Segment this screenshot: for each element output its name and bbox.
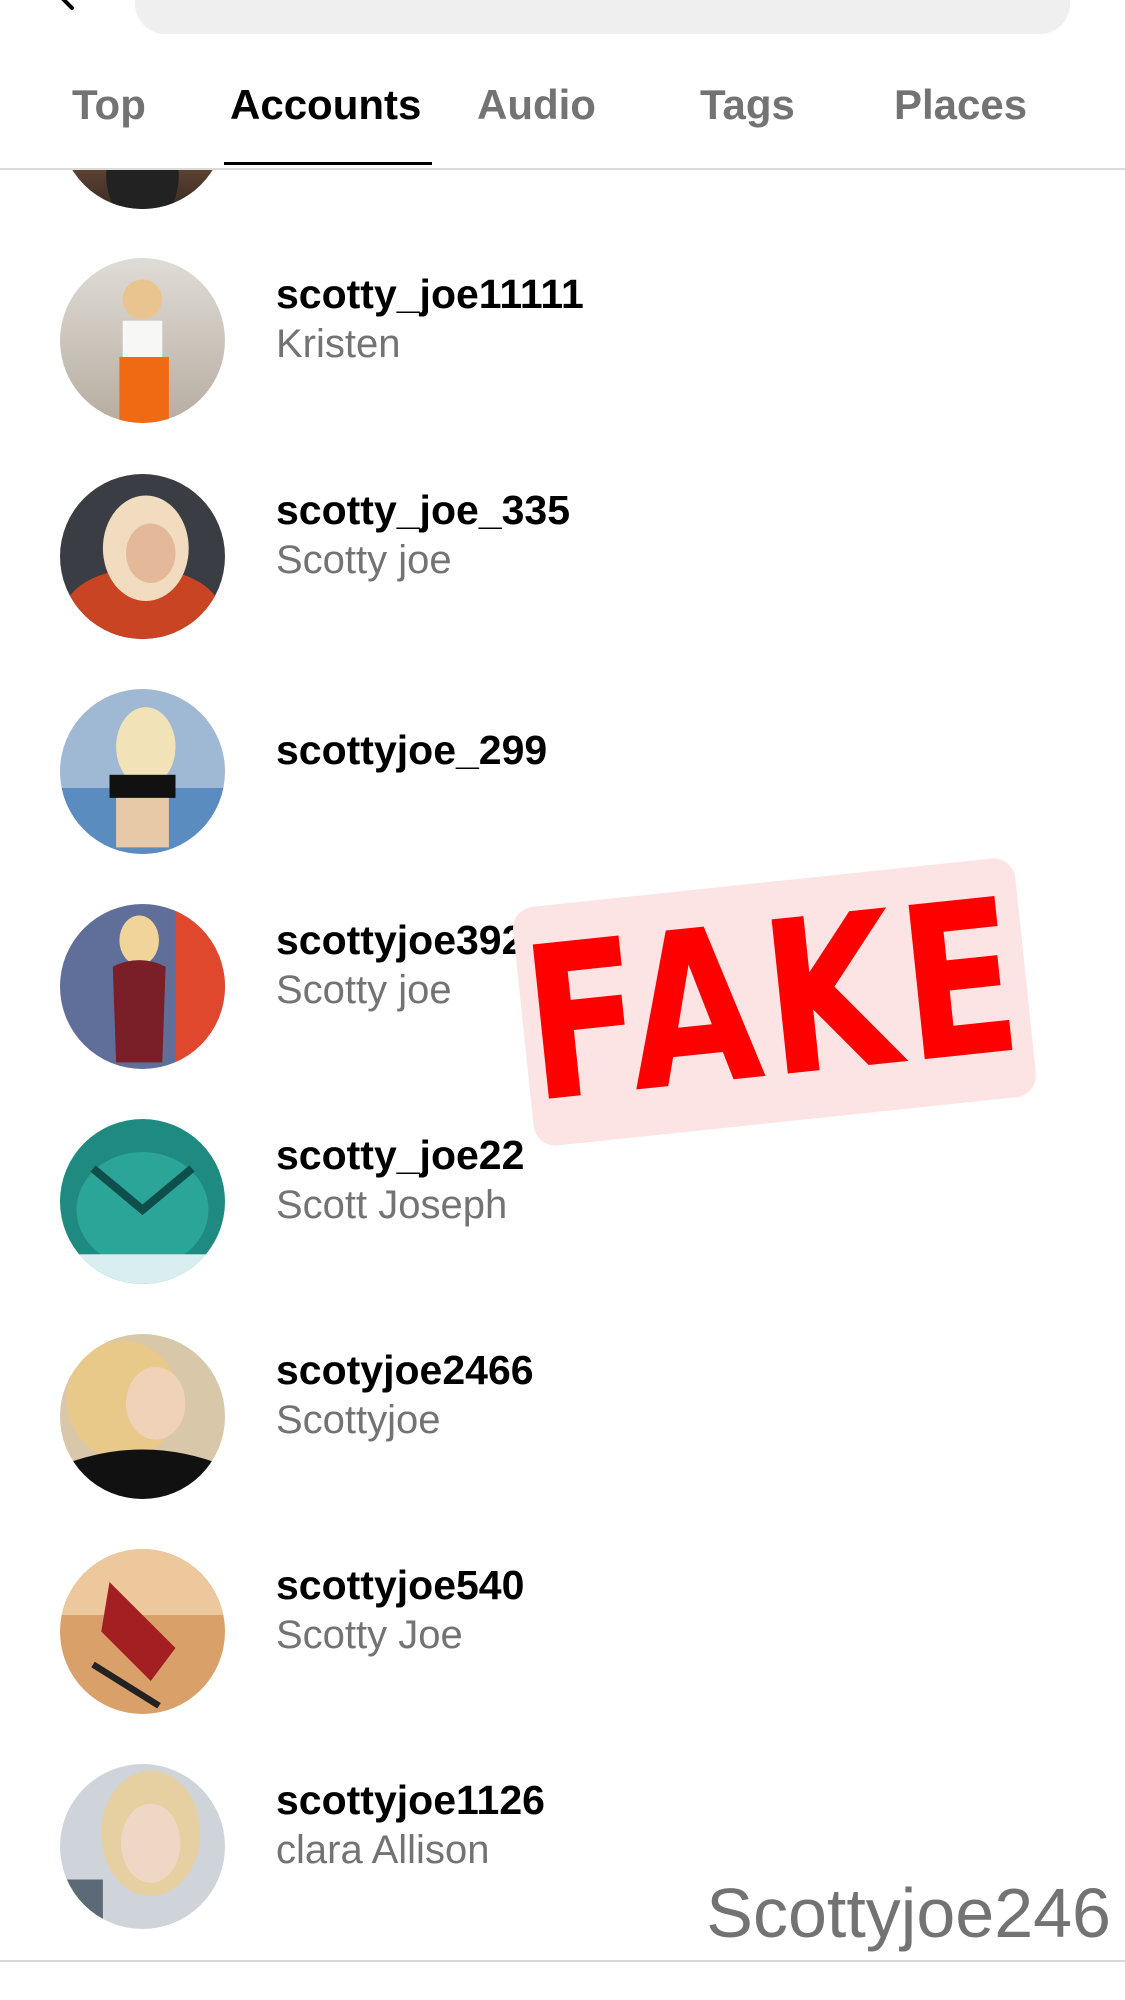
search-tabs: Top Accounts Audio Tags Places bbox=[0, 46, 1125, 170]
stamp-text: FAKE bbox=[512, 852, 1037, 1152]
username[interactable]: scotty_joe22 bbox=[276, 1135, 524, 1176]
full-name: Scottyjoe bbox=[276, 1398, 441, 1442]
search-header bbox=[0, 0, 1125, 46]
avatar[interactable] bbox=[60, 170, 225, 209]
full-name: Scotty Joe bbox=[276, 1613, 463, 1657]
avatar[interactable] bbox=[60, 474, 225, 639]
avatar[interactable] bbox=[60, 1549, 225, 1714]
full-name: Scotty joe bbox=[276, 538, 452, 582]
tab-places[interactable]: Places bbox=[894, 84, 1027, 126]
username[interactable]: scottyjoe3928 bbox=[276, 920, 547, 961]
active-tab-indicator bbox=[224, 162, 432, 165]
account-row[interactable]: scotty_joe_335 Scotty joe bbox=[0, 432, 1125, 647]
username[interactable]: scottyjoe1126 bbox=[276, 1780, 545, 1821]
avatar[interactable] bbox=[60, 904, 225, 1069]
account-row[interactable]: scottyjoe_299 bbox=[0, 647, 1125, 862]
tab-accounts[interactable]: Accounts bbox=[230, 84, 421, 126]
fake-stamp: FAKE bbox=[510, 853, 1039, 1151]
account-row[interactable]: scotty_joe bbox=[0, 170, 1125, 217]
tab-audio[interactable]: Audio bbox=[477, 84, 596, 126]
account-row[interactable]: scotyjoe2466 Scottyjoe bbox=[0, 1292, 1125, 1507]
full-name: Scotty joe bbox=[276, 968, 452, 1012]
avatar[interactable] bbox=[60, 1119, 225, 1284]
username[interactable]: scottyjoe540 bbox=[276, 1565, 524, 1606]
tab-tags[interactable]: Tags bbox=[700, 84, 795, 126]
divider bbox=[0, 1960, 1125, 1962]
username[interactable]: scotty_joe_335 bbox=[276, 490, 570, 531]
full-name: Kristen bbox=[276, 322, 401, 366]
account-row[interactable]: scotty_joe11111 Kristen bbox=[0, 216, 1125, 431]
search-input[interactable] bbox=[135, 0, 1070, 34]
username[interactable]: scottyjoe_299 bbox=[276, 730, 547, 771]
username[interactable]: scotyjoe2466 bbox=[276, 1350, 534, 1391]
avatar[interactable] bbox=[60, 258, 225, 423]
full-name: Scott Joseph bbox=[276, 1183, 508, 1227]
watermark: Scottyjoe246 bbox=[706, 1874, 1111, 1952]
username[interactable]: scotty_joe11111 bbox=[276, 274, 584, 315]
avatar[interactable] bbox=[60, 1764, 225, 1929]
avatar[interactable] bbox=[60, 689, 225, 854]
full-name: clara Allison bbox=[276, 1828, 490, 1872]
chevron-left-icon[interactable] bbox=[52, 0, 80, 10]
tab-top[interactable]: Top bbox=[72, 84, 146, 126]
avatar[interactable] bbox=[60, 1334, 225, 1499]
account-row[interactable]: scottyjoe540 Scotty Joe bbox=[0, 1507, 1125, 1722]
